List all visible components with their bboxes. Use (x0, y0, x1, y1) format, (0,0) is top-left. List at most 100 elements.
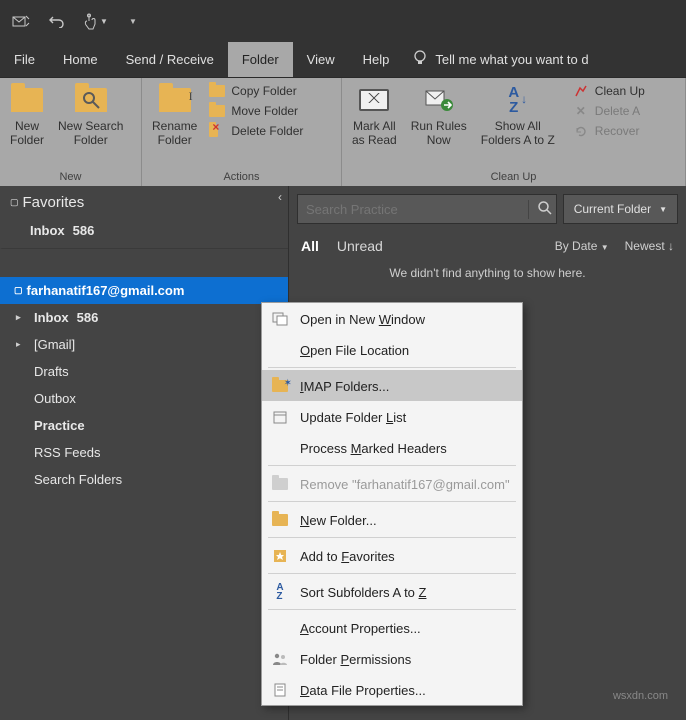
filter-unread[interactable]: Unread (337, 238, 383, 254)
ctx-remove-account: Remove "farhanatif167@gmail.com" (262, 468, 522, 499)
run-rules-button[interactable]: Run Rules Now (405, 81, 473, 169)
favorites-inbox-count: 586 (73, 223, 95, 238)
clean-up-button[interactable]: Clean Up (569, 82, 649, 100)
delete-all-icon: ✕ (573, 103, 589, 119)
tab-send-receive[interactable]: Send / Receive (112, 42, 228, 77)
recover-button[interactable]: Recover (569, 122, 649, 140)
cleanup-icon (573, 83, 589, 99)
run-rules-icon (422, 83, 456, 117)
ribbon-tab-strip: File Home Send / Receive Folder View Hel… (0, 42, 686, 78)
ribbon-group-actions: I Rename Folder Copy Folder Move Folder … (142, 78, 342, 186)
rename-folder-button[interactable]: I Rename Folder (146, 81, 203, 169)
nav-folder-inbox[interactable]: ▸ Inbox 586 (0, 304, 288, 331)
favorites-label: Favorites (23, 194, 85, 211)
new-folder-label: New Folder (10, 120, 44, 148)
refresh-list-icon (270, 408, 290, 426)
new-search-folder-button[interactable]: New Search Folder (52, 81, 129, 169)
ctx-imap-folders[interactable]: ✶ IMAP Folders... (262, 370, 522, 401)
ctx-separator (268, 609, 516, 610)
ctx-account-properties[interactable]: Account Properties... (262, 612, 522, 643)
ctx-open-file-location-label: Open File Location (300, 343, 409, 358)
ctx-data-file-properties[interactable]: Data File Properties... (262, 674, 522, 705)
qat-send-receive-icon[interactable] (10, 10, 32, 32)
tab-view[interactable]: View (293, 42, 349, 77)
nav-folder-label: Drafts (34, 364, 69, 379)
sort-by-dropdown[interactable]: By Date ▼ (555, 239, 609, 253)
expand-icon: ▸ (16, 312, 26, 323)
ctx-separator (268, 537, 516, 538)
chevron-down-icon: ▢ (14, 285, 23, 296)
account-header[interactable]: ▢ farhanatif167@gmail.com (0, 277, 288, 304)
tab-help[interactable]: Help (349, 42, 404, 77)
search-folder-icon (74, 83, 108, 117)
ctx-separator (268, 367, 516, 368)
show-all-folders-button[interactable]: AZ↓ Show All Folders A to Z (475, 81, 561, 169)
search-input[interactable] (306, 202, 520, 217)
copy-folder-button[interactable]: Copy Folder (205, 82, 307, 100)
envelope-icon (357, 83, 391, 117)
ctx-open-new-window[interactable]: Open in New Window (262, 303, 522, 334)
chevron-down-icon: ▢ (10, 197, 19, 208)
blank-icon (270, 619, 290, 637)
nav-folder-search-folders[interactable]: Search Folders (0, 466, 288, 493)
favorites-header[interactable]: ▢ Favorites (0, 186, 288, 217)
ctx-sort-subfolders[interactable]: AZ Sort Subfolders A to Z (262, 576, 522, 607)
nav-folder-count: 586 (77, 310, 99, 325)
favorites-inbox[interactable]: Inbox 586 (0, 217, 288, 249)
blank-icon (270, 341, 290, 359)
folder-icon (10, 83, 44, 117)
nav-folder-label: Inbox (34, 310, 69, 325)
delete-icon: × (209, 123, 225, 139)
copy-folder-label: Copy Folder (231, 84, 296, 98)
nav-folder-label: [Gmail] (34, 337, 75, 352)
search-row: Current Folder ▼ (289, 186, 686, 230)
move-icon (209, 103, 225, 119)
move-folder-button[interactable]: Move Folder (205, 102, 307, 120)
collapse-nav-icon[interactable]: ‹ (278, 190, 282, 204)
tab-folder[interactable]: Folder (228, 42, 293, 77)
qat-customize-icon[interactable]: ▼ (122, 10, 144, 32)
ctx-separator (268, 501, 516, 502)
nav-folder--gmail-[interactable]: ▸ [Gmail] (0, 331, 288, 358)
tell-me-box[interactable]: Tell me what you want to d (403, 42, 598, 77)
ctx-process-marked-headers[interactable]: Process Marked Headers (262, 432, 522, 463)
search-box[interactable] (297, 194, 557, 224)
tab-file[interactable]: File (0, 42, 49, 77)
nav-folder-label: Search Folders (34, 472, 122, 487)
delete-all-button[interactable]: ✕ Delete A (569, 102, 649, 120)
ctx-open-new-window-label: Open in New Window (300, 312, 425, 327)
nav-folder-outbox[interactable]: Outbox (0, 385, 288, 412)
mark-all-read-label: Mark All as Read (352, 120, 397, 148)
ctx-add-favorites[interactable]: Add to Favorites (262, 540, 522, 571)
mark-all-read-button[interactable]: Mark All as Read (346, 81, 403, 169)
ctx-separator (268, 465, 516, 466)
delete-folder-button[interactable]: × Delete Folder (205, 122, 307, 140)
undo-icon[interactable] (46, 10, 68, 32)
nav-folder-practice[interactable]: Practice (0, 412, 288, 439)
ctx-update-folder-list[interactable]: Update Folder List (262, 401, 522, 432)
tab-home[interactable]: Home (49, 42, 112, 77)
search-scope-dropdown[interactable]: Current Folder ▼ (563, 194, 678, 224)
touch-mode-icon[interactable]: ▼ (82, 10, 108, 32)
new-window-icon (270, 310, 290, 328)
ctx-new-folder[interactable]: New Folder... (262, 504, 522, 535)
favorites-icon (270, 547, 290, 565)
ctx-open-file-location[interactable]: Open File Location (262, 334, 522, 365)
new-folder-button[interactable]: New Folder (4, 81, 50, 169)
search-icon[interactable] (528, 200, 548, 219)
ribbon: New Folder New Search Folder New I Renam… (0, 78, 686, 186)
ribbon-group-new: New Folder New Search Folder New (0, 78, 142, 186)
ctx-add-favorites-label: Add to Favorites (300, 549, 395, 564)
watermark: wsxdn.com (613, 690, 668, 702)
nav-folder-drafts[interactable]: Drafts (0, 358, 288, 385)
filter-all[interactable]: All (301, 238, 319, 254)
recover-label: Recover (595, 124, 640, 138)
delete-all-label: Delete A (595, 104, 640, 118)
remove-icon (270, 475, 290, 493)
ctx-folder-permissions[interactable]: Folder Permissions (262, 643, 522, 674)
ctx-process-marked-headers-label: Process Marked Headers (300, 441, 447, 456)
sort-order-dropdown[interactable]: Newest ↓ (625, 239, 674, 253)
group-cleanup-label: Clean Up (346, 169, 681, 186)
nav-folder-rss-feeds[interactable]: RSS Feeds (0, 439, 288, 466)
expand-icon: ▸ (16, 339, 26, 350)
